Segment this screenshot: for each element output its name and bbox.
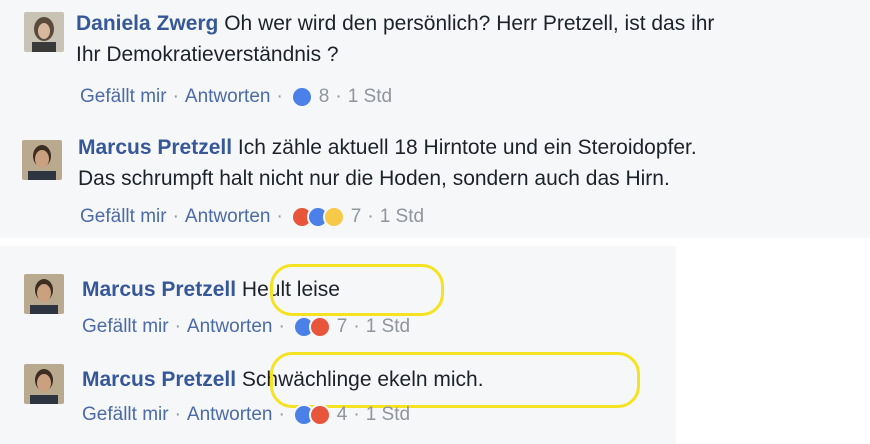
like-link[interactable]: Gefällt mir — [80, 206, 167, 228]
wow-reaction-icon — [322, 206, 345, 228]
separator: · — [172, 86, 179, 107]
highlight-circle — [270, 264, 444, 316]
reply-link[interactable]: Antworten — [185, 206, 271, 228]
timestamp[interactable]: 1 Std — [366, 316, 410, 338]
comment-text: Ihr Demokratieverständnis ? — [76, 43, 339, 66]
comment-text: Das schrumpft halt nicht nur die Hoden, … — [78, 167, 670, 190]
comment: Marcus Pretzell Schwächlinge ekeln mich.… — [0, 342, 676, 444]
separator: · — [367, 206, 374, 227]
avatar[interactable] — [24, 12, 64, 52]
comment-author[interactable]: Marcus Pretzell — [78, 136, 232, 159]
comment-text: Ich zähle aktuell 18 Hirntote und ein St… — [232, 136, 697, 159]
comment-author[interactable]: Marcus Pretzell — [82, 278, 236, 301]
reaction-count[interactable]: 4 — [337, 404, 348, 426]
comment: Daniela Zwerg Oh wer wird den persönlich… — [0, 0, 870, 120]
separator: · — [353, 316, 360, 337]
comment-thread-top: Daniela Zwerg Oh wer wird den persönlich… — [0, 0, 870, 238]
comment: Marcus Pretzell Heult leise Gefällt mir … — [0, 246, 676, 342]
separator: · — [174, 316, 181, 337]
comment: Marcus Pretzell Ich zähle aktuell 18 Hir… — [0, 118, 870, 238]
like-reaction-icon — [290, 86, 313, 108]
comment-actions: Gefällt mir · Antworten · 7 · 1 Std — [82, 316, 410, 338]
reaction-count[interactable]: 7 — [337, 316, 348, 338]
separator: · — [353, 404, 360, 425]
comment-actions: Gefällt mir · Antworten · 7 · 1 Std — [80, 206, 424, 228]
separator: · — [278, 404, 285, 425]
separator: · — [278, 316, 285, 337]
reactions[interactable] — [290, 206, 345, 228]
reaction-count[interactable]: 7 — [351, 206, 362, 228]
separator: · — [335, 86, 342, 107]
angry-reaction-icon — [308, 316, 331, 338]
comment-actions: Gefällt mir · Antworten · 4 · 1 Std — [82, 404, 410, 426]
comment-text: Oh wer wird den persönlich? Herr Pretzel… — [218, 12, 715, 35]
reply-link[interactable]: Antworten — [185, 86, 271, 108]
separator: · — [174, 404, 181, 425]
reactions[interactable] — [292, 316, 331, 338]
highlight-circle — [270, 352, 640, 408]
avatar[interactable] — [22, 140, 62, 180]
separator: · — [276, 86, 283, 107]
angry-reaction-icon — [308, 404, 331, 426]
reply-link[interactable]: Antworten — [187, 404, 273, 426]
timestamp[interactable]: 1 Std — [366, 404, 410, 426]
timestamp[interactable]: 1 Std — [380, 206, 424, 228]
like-link[interactable]: Gefällt mir — [80, 86, 167, 108]
like-link[interactable]: Gefällt mir — [82, 404, 169, 426]
avatar[interactable] — [24, 274, 64, 314]
comment-thread-bottom: Marcus Pretzell Heult leise Gefällt mir … — [0, 246, 676, 444]
like-link[interactable]: Gefällt mir — [82, 316, 169, 338]
separator: · — [172, 206, 179, 227]
reactions[interactable] — [292, 404, 331, 426]
comment-author[interactable]: Daniela Zwerg — [76, 12, 218, 35]
reaction-count[interactable]: 8 — [319, 86, 330, 108]
comment-author[interactable]: Marcus Pretzell — [82, 368, 236, 391]
reply-link[interactable]: Antworten — [187, 316, 273, 338]
reactions[interactable] — [290, 86, 313, 108]
comment-actions: Gefällt mir · Antworten · 8 · 1 Std — [80, 86, 392, 108]
timestamp[interactable]: 1 Std — [348, 86, 392, 108]
separator: · — [276, 206, 283, 227]
avatar[interactable] — [24, 364, 64, 404]
